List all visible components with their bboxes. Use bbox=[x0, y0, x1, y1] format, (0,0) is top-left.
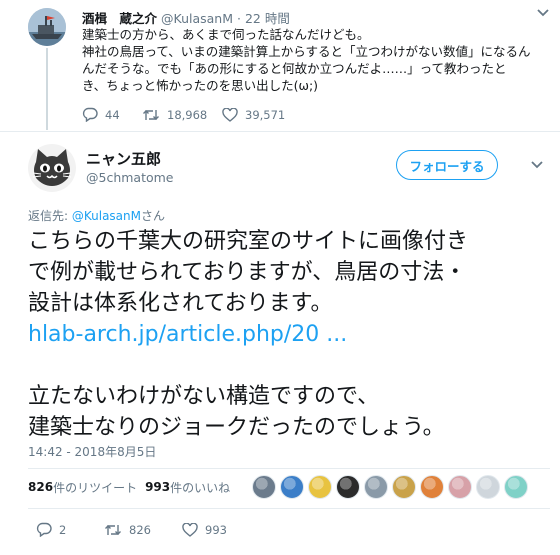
tweet-timestamp[interactable]: 14:42 - 2018年8月5日 bbox=[28, 443, 156, 460]
main-handle[interactable]: @5chmatome bbox=[86, 170, 174, 185]
tweet-text-line: 設計は体系化されております。 bbox=[28, 291, 333, 316]
parent-time-separator: · bbox=[237, 11, 245, 26]
retweet-icon bbox=[105, 524, 121, 535]
main-display-name[interactable]: ニャン五郎 bbox=[86, 148, 161, 169]
liker-avatar[interactable] bbox=[364, 475, 388, 499]
retweets-label[interactable]: 件のリツイート bbox=[53, 479, 137, 496]
main-like-count: 993 bbox=[205, 522, 227, 537]
parent-avatar[interactable] bbox=[28, 8, 66, 46]
main-actions: 2 826 993 bbox=[36, 522, 227, 537]
parent-display-name[interactable]: 酒楫 蔵之介 bbox=[82, 11, 157, 26]
reply-action[interactable]: 2 bbox=[36, 522, 104, 537]
parent-text-line: 建築士の方から、あくまで伺った話なんだけども。 bbox=[82, 27, 370, 42]
cat-avatar-icon bbox=[32, 149, 72, 186]
parent-time[interactable]: 22 時間 bbox=[245, 11, 290, 26]
liker-avatar[interactable] bbox=[504, 475, 528, 499]
retweet-action[interactable]: 826 bbox=[104, 523, 182, 537]
liker-avatar[interactable] bbox=[336, 475, 360, 499]
chevron-down-icon[interactable] bbox=[530, 160, 544, 170]
retweet-icon bbox=[143, 109, 159, 120]
divider bbox=[28, 468, 550, 469]
parent-retweet-count: 18,968 bbox=[167, 107, 208, 122]
main-reply-count: 2 bbox=[59, 522, 67, 537]
engagement-stats: 826 件のリツイート 993 件のいいね bbox=[28, 477, 238, 497]
tweet-text-line: 建築士なりのジョークだったのでしょう。 bbox=[28, 415, 445, 440]
tweet-text-line: こちらの千葉大の研究室のサイトに画像付き bbox=[28, 229, 469, 254]
parent-tweet[interactable]: 酒楫 蔵之介 @KulasanM · 22 時間 建築士の方から、あくまで伺った… bbox=[0, 0, 560, 130]
liker-avatar[interactable] bbox=[308, 475, 332, 499]
parent-text-line: んだそうな。でも「あの形にすると何故か立つんだよ……」って教わったと bbox=[82, 61, 507, 76]
follow-button[interactable]: フォローする bbox=[396, 150, 498, 180]
replying-suffix: さん bbox=[141, 209, 166, 223]
parent-handle[interactable]: @KulasanM bbox=[161, 11, 233, 26]
tweet-text-line: で例が載せられておりますが、鳥居の寸法・ bbox=[28, 260, 467, 285]
liker-avatar[interactable] bbox=[392, 475, 416, 499]
parent-header: 酒楫 蔵之介 @KulasanM · 22 時間 bbox=[82, 8, 290, 27]
heart-icon bbox=[182, 522, 198, 537]
divider bbox=[0, 131, 560, 132]
parent-actions: 44 18,968 39,571 bbox=[82, 107, 285, 122]
parent-retweet-action[interactable]: 18,968 bbox=[142, 108, 222, 122]
retweets-number[interactable]: 826 bbox=[28, 480, 53, 494]
liker-avatar[interactable] bbox=[448, 475, 472, 499]
replying-mention[interactable]: @KulasanM bbox=[72, 209, 141, 223]
parent-tweet-text: 建築士の方から、あくまで伺った話なんだけども。 神社の鳥居って、いまの建築計算上… bbox=[82, 26, 542, 94]
main-avatar[interactable] bbox=[28, 144, 76, 192]
liker-avatars bbox=[252, 475, 532, 499]
tweet-text-line: 立たないわけがない構造ですので、 bbox=[28, 384, 380, 409]
parent-like-action[interactable]: 39,571 bbox=[222, 107, 286, 122]
thread-line bbox=[46, 48, 48, 130]
heart-icon bbox=[222, 107, 238, 122]
ship-avatar-icon bbox=[28, 8, 66, 46]
parent-text-line: き、ちょっと怖かったのを思い出した(ω;) bbox=[82, 78, 319, 93]
parent-reply-count: 44 bbox=[105, 107, 120, 122]
divider bbox=[28, 508, 550, 509]
liker-avatar[interactable] bbox=[420, 475, 444, 499]
liker-avatar[interactable] bbox=[252, 475, 276, 499]
tweet-text-gap bbox=[28, 350, 548, 381]
replying-prefix: 返信先: bbox=[28, 209, 72, 223]
main-tweet-text: こちらの千葉大の研究室のサイトに画像付き で例が載せられておりますが、鳥居の寸法… bbox=[28, 226, 548, 443]
likes-number[interactable]: 993 bbox=[145, 480, 170, 494]
main-retweet-count: 826 bbox=[129, 522, 151, 537]
parent-like-count: 39,571 bbox=[245, 107, 286, 122]
reply-icon bbox=[82, 107, 98, 122]
replying-to: 返信先: @KulasanMさん bbox=[28, 207, 165, 224]
parent-reply-action[interactable]: 44 bbox=[82, 107, 142, 122]
tweet-link[interactable]: hlab-arch.jp/article.php/20 ... bbox=[28, 319, 548, 350]
parent-text-line: 神社の鳥居って、いまの建築計算上からすると「立つわけがない数値」になるん bbox=[82, 44, 531, 59]
like-action[interactable]: 993 bbox=[182, 522, 227, 537]
chevron-down-icon[interactable] bbox=[536, 8, 550, 18]
liker-avatar[interactable] bbox=[280, 475, 304, 499]
reply-icon bbox=[36, 522, 52, 537]
likes-label[interactable]: 件のいいね bbox=[170, 479, 230, 496]
liker-avatar[interactable] bbox=[476, 475, 500, 499]
